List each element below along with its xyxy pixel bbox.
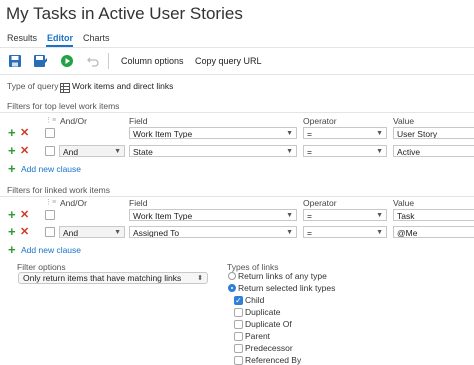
grouping-icon: ⋮≡ <box>45 117 57 124</box>
link-type-label: Duplicate <box>245 307 281 317</box>
filter-options-label: Filter options <box>17 262 66 272</box>
save-icon[interactable] <box>8 54 22 68</box>
filter-options-select[interactable]: Only return items that have matching lin… <box>18 272 208 284</box>
radio-selected-types[interactable] <box>228 284 236 292</box>
select-arrows-icon: ⬍ <box>197 275 203 282</box>
link-type-checkbox-duplicate[interactable] <box>234 308 243 317</box>
query-type-label: Type of query <box>7 81 59 91</box>
col-value: Value <box>393 198 415 208</box>
link-type-checkbox-parent[interactable] <box>234 332 243 341</box>
link-type-checkbox-child[interactable]: ✓ <box>234 296 243 305</box>
linked-filters-heading: Filters for linked work items <box>7 185 110 195</box>
save-as-icon[interactable] <box>33 54 47 68</box>
toolbar-divider <box>108 53 109 69</box>
link-type-label: Child <box>245 295 265 305</box>
link-type-checkbox-predecessor[interactable] <box>234 344 243 353</box>
link-type-label: Referenced By <box>245 355 302 365</box>
link-type-label: Predecessor <box>245 343 293 353</box>
col-operator: Operator <box>303 116 337 126</box>
value-input[interactable]: Task <box>393 209 474 221</box>
link-type-label: Parent <box>245 331 271 341</box>
value-input[interactable]: User Story <box>393 127 474 139</box>
add-clause-link[interactable]: Add new clause <box>21 164 81 174</box>
col-field: Field <box>129 116 148 126</box>
add-clause-icon[interactable]: + <box>8 243 16 256</box>
value-input[interactable]: @Me <box>393 226 474 238</box>
operator-select[interactable]: = ▼ <box>303 209 387 221</box>
col-field: Field <box>129 198 148 208</box>
tab-divider <box>0 47 474 48</box>
add-clause-link[interactable]: Add new clause <box>21 245 81 255</box>
add-row-icon[interactable]: + <box>8 225 16 238</box>
link-type-label: Duplicate Of <box>245 319 292 329</box>
delete-row-icon[interactable]: ✕ <box>20 227 29 238</box>
add-row-icon[interactable]: + <box>8 208 16 221</box>
section-divider <box>0 196 474 197</box>
section-divider <box>0 112 474 113</box>
operator-select[interactable]: = ▼ <box>303 226 387 238</box>
col-operator: Operator <box>303 198 337 208</box>
query-type-select[interactable]: Work items and direct links <box>72 81 173 91</box>
grid-icon <box>60 80 70 93</box>
row-checkbox[interactable] <box>45 128 55 138</box>
page-title: My Tasks in Active User Stories <box>6 4 243 23</box>
col-value: Value <box>393 116 415 126</box>
undo-icon[interactable] <box>86 54 100 68</box>
toolbar-divider-line <box>0 74 474 75</box>
field-select[interactable]: Assigned To ▼ <box>129 226 297 238</box>
col-andor: And/Or <box>60 116 87 126</box>
row-checkbox[interactable] <box>45 146 55 156</box>
andor-select[interactable]: And ▼ <box>59 145 125 157</box>
delete-row-icon[interactable]: ✕ <box>20 146 29 157</box>
field-select[interactable]: State ▼ <box>129 145 297 157</box>
top-filters-heading: Filters for top level work items <box>7 101 120 111</box>
radio-selected-types-label: Return selected link types <box>238 283 336 293</box>
add-clause-icon[interactable]: + <box>8 162 16 175</box>
tab-charts[interactable]: Charts <box>83 33 110 43</box>
field-select[interactable]: Work Item Type ▼ <box>129 209 297 221</box>
andor-select[interactable]: And ▼ <box>59 226 125 238</box>
radio-any-type-label: Return links of any type <box>238 271 327 281</box>
link-type-checkbox-duplicate-of[interactable] <box>234 320 243 329</box>
field-select[interactable]: Work Item Type ▼ <box>129 127 297 139</box>
add-row-icon[interactable]: + <box>8 144 16 157</box>
operator-select[interactable]: = ▼ <box>303 145 387 157</box>
row-checkbox[interactable] <box>45 210 55 220</box>
tab-results[interactable]: Results <box>7 33 37 43</box>
run-query-icon[interactable] <box>60 54 74 68</box>
row-checkbox[interactable] <box>45 227 55 237</box>
col-andor: And/Or <box>60 198 87 208</box>
delete-row-icon[interactable]: ✕ <box>20 128 29 139</box>
radio-any-type[interactable] <box>228 272 236 280</box>
tab-editor[interactable]: Editor <box>47 33 73 43</box>
grouping-icon: ⋮≡ <box>45 199 57 206</box>
value-input[interactable]: Active <box>393 145 474 157</box>
copy-query-url-button[interactable]: Copy query URL <box>195 56 262 66</box>
add-row-icon[interactable]: + <box>8 126 16 139</box>
delete-row-icon[interactable]: ✕ <box>20 210 29 221</box>
column-options-button[interactable]: Column options <box>121 56 184 66</box>
operator-select[interactable]: = ▼ <box>303 127 387 139</box>
